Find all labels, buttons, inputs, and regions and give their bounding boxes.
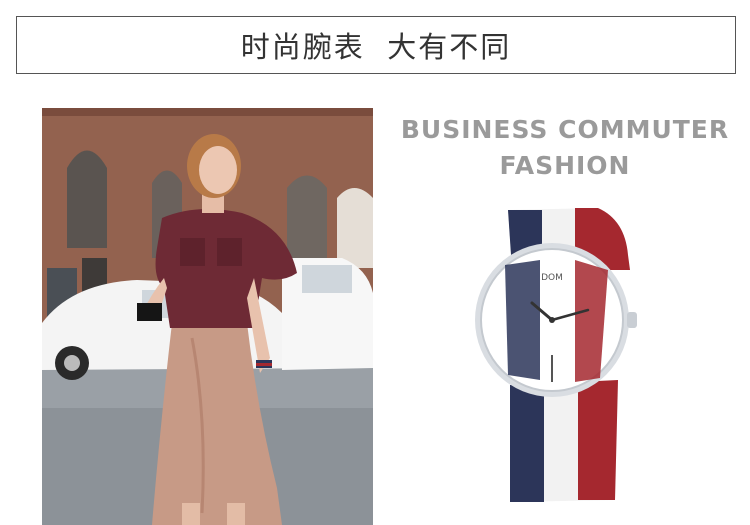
model-photo <box>42 108 373 525</box>
watch-strap-bottom <box>510 380 618 502</box>
headline-line-1: BUSINESS COMMUTER <box>400 115 730 144</box>
headline: BUSINESS COMMUTER FASHION <box>385 112 745 184</box>
watch-brand-label: DOM <box>541 273 563 283</box>
headline-line-2: FASHION <box>499 151 631 180</box>
banner-title: 时尚腕表 大有不同 <box>240 30 512 64</box>
watch-product-image: DOM <box>450 200 650 510</box>
title-banner: 时尚腕表 大有不同 <box>16 16 736 74</box>
